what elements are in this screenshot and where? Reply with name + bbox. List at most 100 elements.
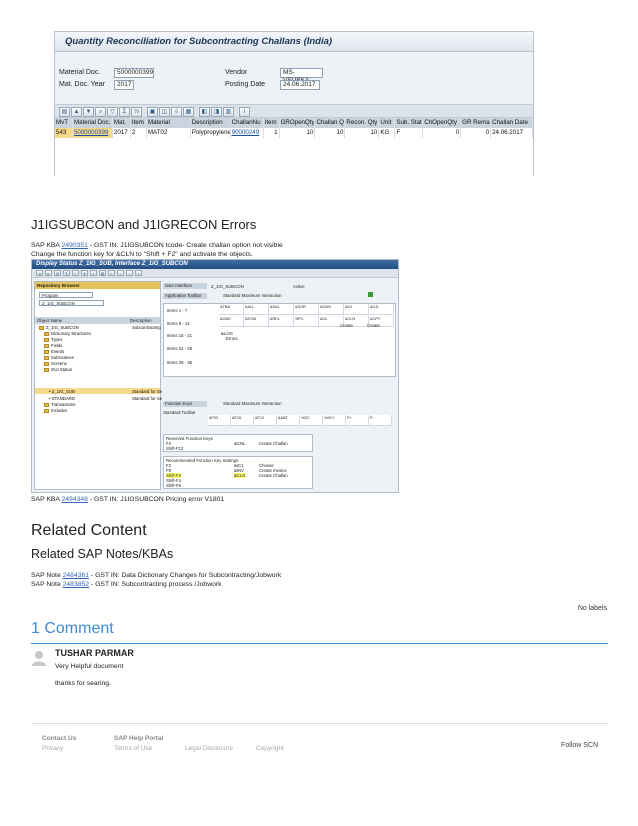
display-change-icon[interactable]: ✎ [63, 270, 70, 276]
other-object-icon[interactable]: ◎ [54, 270, 61, 276]
tree-item[interactable]: Fields [44, 343, 62, 348]
tree-item[interactable]: Types [44, 337, 62, 342]
comment-author[interactable]: TUSHAR PARMAR [55, 648, 134, 658]
export-icon[interactable]: ⇩ [171, 107, 182, 117]
function-code-cell[interactable]: %PC [294, 316, 319, 327]
table-cell[interactable]: 5000000399 [72, 128, 113, 138]
tree-item[interactable]: Transactions [44, 402, 75, 407]
footer-terms-link[interactable]: Terms of Use [114, 745, 152, 752]
info-icon[interactable]: i [239, 107, 250, 117]
column-header[interactable]: GR Rema [461, 118, 492, 128]
sort-ascending-icon[interactable]: ▲ [71, 107, 82, 117]
create-label-2: Create [367, 323, 380, 328]
kba-2490351-link[interactable]: 2490351 [61, 242, 87, 249]
function-code-cell[interactable]: &ODN [319, 304, 344, 315]
function-code-cell[interactable]: &EOM [244, 316, 269, 327]
column-header[interactable]: Challan Date [491, 118, 534, 128]
tree-item[interactable]: Subroutines [44, 355, 74, 360]
column-header[interactable]: Sub. Stat [395, 118, 424, 128]
column-header[interactable]: ChallanNu [231, 118, 264, 128]
function-code-cell[interactable]: &SOR [294, 304, 319, 315]
column-header[interactable]: Material [147, 118, 191, 128]
choose-layout-icon[interactable]: ◧ [199, 107, 210, 117]
app-toolbar-bar[interactable]: Application Toolbar [163, 293, 207, 299]
column-header[interactable]: Recon. Qty [345, 118, 380, 128]
std-toolbar-cell[interactable]: &F03 [208, 415, 231, 426]
tree-item[interactable]: Includes [44, 408, 67, 413]
tree-item[interactable]: • STANDARD [49, 396, 75, 401]
prev-page-icon[interactable]: ‹ [117, 270, 124, 276]
view-icon[interactable]: ◫ [159, 107, 170, 117]
forward-icon[interactable]: ▸ [45, 270, 52, 276]
tree-item[interactable]: Screens [44, 361, 67, 366]
where-used-icon[interactable]: ⌕ [90, 270, 97, 276]
column-header[interactable]: Description [191, 118, 231, 128]
tree-item[interactable]: Dictionary Structures [44, 331, 91, 336]
std-toolbar-cell[interactable]: P- [369, 415, 392, 426]
sort-descending-icon[interactable]: ▼ [83, 107, 94, 117]
find-icon[interactable]: ⌕ [95, 107, 106, 117]
filter-icon[interactable]: ▽ [107, 107, 118, 117]
layout-icon[interactable]: ▦ [183, 107, 194, 117]
function-code-cell[interactable]: &CMC [219, 316, 244, 327]
footer-contact-link[interactable]: Contact Us [42, 735, 76, 742]
table-cell[interactable]: 90000249 [231, 128, 264, 138]
function-code-cell[interactable]: &TBA [219, 304, 244, 315]
footer-privacy-link[interactable]: Privacy [42, 745, 63, 752]
function-code-cell[interactable]: &ILD [369, 304, 394, 315]
sum-icon[interactable]: Σ [119, 107, 130, 117]
last-page-icon[interactable]: » [135, 270, 142, 276]
details-icon[interactable]: ▤ [59, 107, 70, 117]
print-icon[interactable]: ▣ [147, 107, 158, 117]
check-icon[interactable]: ✓ [72, 270, 79, 276]
column-header[interactable]: Item [264, 118, 280, 128]
subtotal-icon[interactable]: ½ [131, 107, 142, 117]
column-header[interactable]: Unit [379, 118, 396, 128]
column-header[interactable]: Challan Qt [315, 118, 346, 128]
std-toolbar-cell[interactable]: %SC+ [323, 415, 346, 426]
footer-help-link[interactable]: SAP Help Portal [114, 735, 163, 742]
std-toolbar-cell[interactable]: &F15 [231, 415, 254, 426]
column-header[interactable]: Item [131, 118, 147, 128]
note-2483852-link[interactable]: 2483852 [63, 581, 89, 588]
table-row[interactable]: 543 5000000399 2017 2 MAT02 Polypropylene 9000… [55, 128, 534, 138]
tree-item[interactable]: Z_1IG_SUBCON [39, 325, 79, 330]
activate-icon[interactable]: ✦ [81, 270, 88, 276]
column-header[interactable]: GROpenQty [280, 118, 316, 128]
function-code-cell[interactable]: &REL [269, 316, 294, 327]
material-doc-field[interactable]: 5000000399 [114, 68, 154, 78]
change-layout-icon[interactable]: ◨ [211, 107, 222, 117]
errors-text: Errors [226, 336, 238, 341]
std-toolbar-cell[interactable]: &ABT [277, 415, 300, 426]
tree-item[interactable]: GUI Status [44, 367, 72, 372]
object-type-select[interactable]: Program [39, 292, 93, 298]
function-keys-bar[interactable]: Function Keys [163, 401, 207, 407]
mat-doc-year-field[interactable]: 2017 [114, 80, 134, 90]
note-2484361-link[interactable]: 2484361 [63, 572, 89, 579]
kba-2494348-link[interactable]: 2494348 [61, 496, 87, 503]
function-code-cell[interactable]: &ILT [344, 304, 369, 315]
tree-item[interactable]: Events [44, 349, 64, 354]
object-name-select[interactable]: Z_1IG_SUBCON [39, 300, 104, 306]
std-toolbar-cell[interactable]: &F12 [254, 415, 277, 426]
std-toolbar-cell[interactable]: %SC [300, 415, 323, 426]
column-header[interactable]: Material Doc. [73, 118, 113, 128]
tree-item[interactable]: • Z_1IG_SUB [49, 389, 75, 394]
back-icon[interactable]: ◂ [36, 270, 43, 276]
std-toolbar-cell[interactable]: P+ [346, 415, 369, 426]
footer-copyright-link[interactable]: Copyright [256, 745, 284, 752]
footer-legal-link[interactable]: Legal Disclosure [185, 745, 233, 752]
next-page-icon[interactable]: › [126, 270, 133, 276]
vendor-field[interactable]: MS-VSUBKA [280, 68, 323, 84]
follow-scn-link[interactable]: Follow SCN [561, 742, 598, 749]
function-code-cell[interactable]: &ALL [244, 304, 269, 315]
save-layout-icon[interactable]: ▥ [223, 107, 234, 117]
column-header[interactable]: ChOpenQty [423, 118, 462, 128]
kba-2494348-line: SAP KBA 2494348 - GST IN: J1IGSUBCON Pri… [31, 496, 225, 503]
function-code-cell[interactable]: &SAL [269, 304, 294, 315]
hierarchy-icon[interactable]: ▤ [99, 270, 106, 276]
column-header[interactable]: MvT [55, 118, 73, 128]
first-page-icon[interactable]: « [108, 270, 115, 276]
posting-date-field[interactable]: 24.06.2017 [280, 80, 320, 90]
column-header[interactable]: Mat. [113, 118, 131, 128]
